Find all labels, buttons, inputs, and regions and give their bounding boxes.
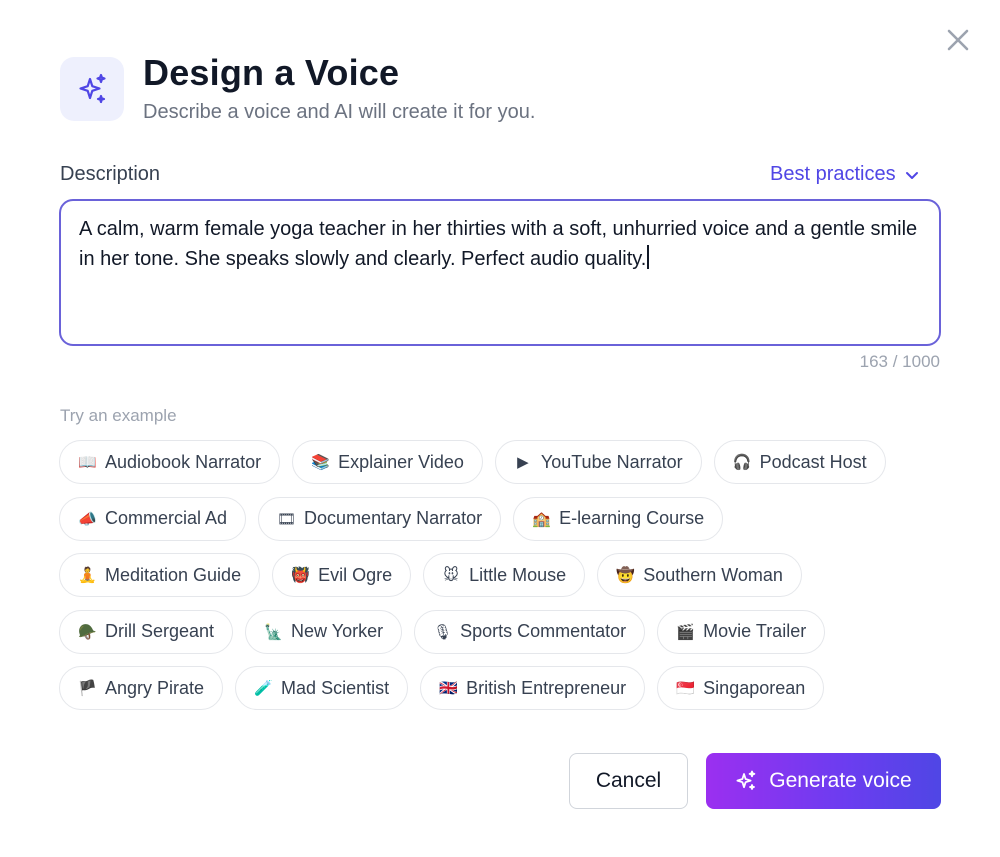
- example-chip[interactable]: 📣 Commercial Ad: [59, 496, 247, 541]
- close-button[interactable]: [944, 28, 972, 56]
- example-chip[interactable]: 🗽 New Yorker: [245, 609, 403, 654]
- example-chip-emoji: 🎞: [277, 509, 297, 528]
- example-chip-label: Drill Sergeant: [105, 621, 215, 641]
- example-chip-label: Mad Scientist: [281, 677, 390, 698]
- example-chip-emoji: 🤠: [616, 566, 635, 584]
- example-chip[interactable]: 📚 Explainer Video: [292, 440, 483, 484]
- example-chip-emoji: 📚: [311, 453, 330, 471]
- example-chip-emoji: 🐭: [443, 566, 459, 584]
- example-chip-emoji: 🎧: [732, 453, 752, 471]
- example-chip-emoji: ▶: [517, 453, 529, 471]
- example-chip[interactable]: 🎙 Sports Commentator: [414, 609, 646, 654]
- close-icon: [946, 28, 970, 57]
- example-chip-emoji: 📖: [78, 453, 97, 471]
- example-chip-label: E-learning Course: [559, 508, 705, 528]
- example-chip-label: Sports Commentator: [460, 621, 627, 641]
- example-chip[interactable]: 🏴 Angry Pirate: [59, 666, 224, 710]
- example-chip-label: Meditation Guide: [105, 564, 242, 585]
- example-chip[interactable]: 🎧 Podcast Host: [713, 440, 886, 484]
- example-chip[interactable]: 🐭 Little Mouse: [423, 553, 586, 597]
- dialog-title: Design a Voice: [143, 52, 400, 93]
- example-chip-emoji: 🗽: [264, 622, 283, 641]
- dialog-subtitle: Describe a voice and AI will create it f…: [143, 101, 536, 123]
- generate-voice-button[interactable]: Generate voice: [706, 753, 941, 809]
- try-example-label: Try an example: [60, 406, 177, 425]
- example-chip[interactable]: 📖 Audiobook Narrator: [59, 440, 281, 484]
- example-chip-label: British Entrepreneur: [466, 677, 627, 698]
- example-chip-emoji: 🇬🇧: [439, 679, 458, 697]
- generate-voice-label: Generate voice: [769, 769, 912, 792]
- example-chip-emoji: 🧪: [254, 679, 273, 697]
- example-chip-label: Singaporean: [703, 677, 806, 698]
- description-textarea[interactable]: A calm, warm female yoga teacher in her …: [59, 199, 941, 346]
- example-chip-emoji: 🏫: [532, 509, 551, 528]
- example-chip[interactable]: 🇬🇧 British Entrepreneur: [420, 666, 646, 710]
- example-chip-row: 🧘 Meditation Guide 👹 Evil Ogre 🐭 Little Mouse…: [59, 553, 949, 599]
- example-chip-label: Commercial Ad: [105, 508, 228, 528]
- example-chip-emoji: 🪖: [78, 622, 97, 641]
- example-chip-label: Movie Trailer: [703, 621, 807, 641]
- example-chip-label: Little Mouse: [469, 564, 567, 585]
- example-chip[interactable]: 🎞 Documentary Narrator: [258, 496, 502, 541]
- example-chip-label: Angry Pirate: [105, 677, 205, 698]
- dialog-header: Design a Voice Describe a voice and AI w…: [60, 54, 535, 124]
- sparkles-icon: [60, 57, 124, 121]
- character-counter: 163 / 1000: [859, 352, 940, 371]
- example-chip-label: New Yorker: [291, 621, 384, 641]
- example-chip[interactable]: 🇸🇬 Singaporean: [657, 666, 825, 710]
- best-practices-dropdown[interactable]: Best practices: [770, 163, 920, 186]
- example-chip[interactable]: 🪖 Drill Sergeant: [59, 609, 234, 654]
- example-chip-label: Evil Ogre: [318, 564, 393, 585]
- example-chip-emoji: 🎙: [433, 622, 453, 641]
- example-chip-emoji: 📣: [78, 509, 97, 528]
- example-chip-row: 📣 Commercial Ad 🎞 Documentary Narrator 🏫 E-le…: [59, 496, 949, 543]
- example-chip[interactable]: 🤠 Southern Woman: [597, 553, 802, 597]
- design-voice-dialog: Design a Voice Describe a voice and AI w…: [0, 0, 1000, 857]
- example-chip-emoji: 🎬: [676, 622, 695, 641]
- example-chip-label: Podcast Host: [759, 451, 867, 472]
- example-chip-emoji: 🏴: [78, 679, 97, 697]
- chevron-down-icon: [904, 167, 920, 183]
- example-chips: 📖 Audiobook Narrator 📚 Explainer Video ▶ YouT…: [59, 440, 949, 723]
- example-chip-row: 🏴 Angry Pirate 🧪 Mad Scientist 🇬🇧 British Ent…: [59, 666, 949, 712]
- example-chip[interactable]: 🏫 E-learning Course: [513, 496, 724, 541]
- description-text: A calm, warm female yoga teacher in her …: [79, 218, 918, 270]
- example-chip[interactable]: ▶ YouTube Narrator: [494, 440, 702, 484]
- example-chip-label: Explainer Video: [338, 451, 464, 472]
- example-chip-emoji: 🧘: [78, 566, 97, 584]
- text-caret: [647, 245, 649, 269]
- example-chip-label: Southern Woman: [643, 564, 783, 585]
- example-chip[interactable]: 👹 Evil Ogre: [272, 553, 412, 597]
- example-chip-row: 🪖 Drill Sergeant 🗽 New Yorker 🎙 Sports Commen…: [59, 609, 949, 656]
- example-chip-row: 📖 Audiobook Narrator 📚 Explainer Video ▶ YouT…: [59, 440, 949, 486]
- best-practices-label: Best practices: [770, 163, 896, 185]
- sparkles-icon: [735, 770, 757, 792]
- cancel-button[interactable]: Cancel: [569, 753, 688, 809]
- example-chip-label: Documentary Narrator: [304, 508, 483, 528]
- example-chip[interactable]: 🧪 Mad Scientist: [235, 666, 409, 710]
- description-label: Description: [60, 163, 161, 185]
- example-chip[interactable]: 🎬 Movie Trailer: [657, 609, 826, 654]
- example-chip-label: YouTube Narrator: [540, 451, 683, 472]
- example-chip-label: Audiobook Narrator: [105, 451, 262, 472]
- example-chip-emoji: 👹: [291, 566, 310, 584]
- example-chip-emoji: 🇸🇬: [676, 679, 695, 697]
- example-chip[interactable]: 🧘 Meditation Guide: [59, 553, 261, 597]
